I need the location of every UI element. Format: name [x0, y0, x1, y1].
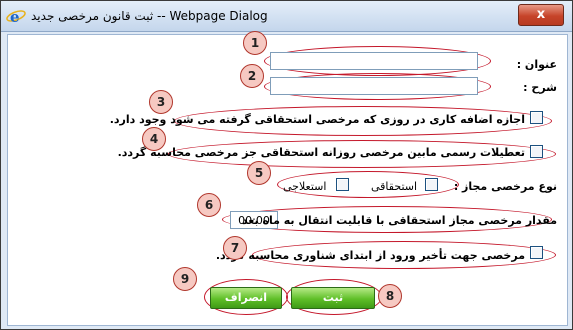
ie-icon: e	[6, 8, 26, 25]
sick-leave-checkbox[interactable]	[336, 178, 349, 191]
annotation-badge-8: 8	[378, 284, 402, 308]
annotation-badge-6: 6	[197, 193, 221, 217]
annotation-badge-2: 2	[240, 64, 264, 88]
title-label: عنوان :	[516, 58, 557, 71]
holidays-label: تعطیلات رسمی مابین مرخصی روزانه استحقاقی…	[117, 146, 525, 159]
title-bar: e ثبت قانون مرخصی جدید -- Webpage Dialog…	[1, 1, 572, 32]
dialog-content: عنوان : 1 شرح : 2 اجازه اضافه کاری در رو…	[7, 31, 568, 326]
leave-type-label: نوع مرخصی مجاز :	[453, 180, 557, 193]
dialog-window: e ثبت قانون مرخصی جدید -- Webpage Dialog…	[0, 0, 573, 330]
title-input[interactable]	[270, 52, 478, 70]
annotation-badge-9: 9	[173, 267, 197, 291]
annotation-badge-7: 7	[223, 236, 247, 260]
window-title: ثبت قانون مرخصی جدید -- Webpage Dialog	[31, 9, 268, 23]
annotation-badge-5: 5	[247, 161, 271, 185]
description-label: شرح :	[523, 81, 557, 94]
annotation-badge-1: 1	[243, 31, 267, 55]
svg-text:e: e	[10, 8, 20, 25]
cancel-button[interactable]: انصراف	[210, 287, 282, 309]
late-arrival-checkbox[interactable]	[530, 246, 543, 259]
annotation-badge-3: 3	[149, 90, 173, 114]
close-icon: x	[536, 7, 546, 22]
late-arrival-label: مرخصی جهت تأخیر ورود از ابتدای شناوری مح…	[215, 249, 525, 262]
holidays-checkbox[interactable]	[530, 145, 543, 158]
overtime-checkbox[interactable]	[530, 111, 543, 124]
overtime-label: اجازه اضافه کاری در روزی که مرخصی استحقا…	[109, 113, 525, 126]
close-button[interactable]: x	[518, 4, 564, 26]
transfer-label: مقدار مرخصی مجاز استحقاقی با قابلیت انتق…	[241, 214, 557, 227]
description-input[interactable]	[270, 77, 478, 95]
sick-leave-label: استعلاجی	[283, 180, 327, 193]
annotation-badge-4: 4	[142, 127, 166, 151]
submit-button[interactable]: ثبت	[291, 287, 375, 309]
entitled-leave-checkbox[interactable]	[425, 178, 438, 191]
entitled-leave-label: استحقاقی	[371, 180, 418, 193]
